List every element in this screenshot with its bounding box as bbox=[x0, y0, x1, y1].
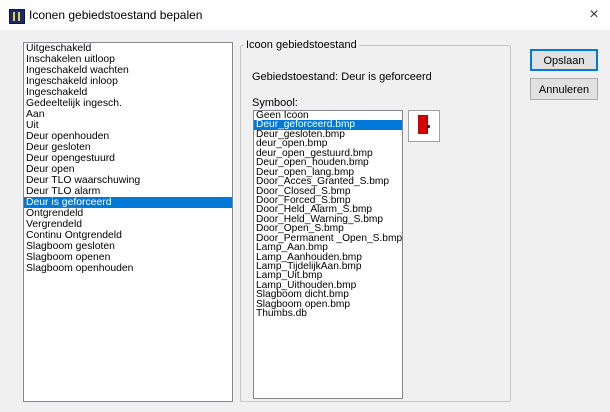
state-list-item[interactable]: Uitgeschakeld bbox=[24, 43, 232, 54]
state-list-item[interactable]: Slagboom openhouden bbox=[24, 263, 232, 274]
state-list-item[interactable]: Deur opengestuurd bbox=[24, 153, 232, 164]
state-list-item[interactable]: Deur is geforceerd bbox=[24, 197, 232, 208]
title-bar: Iconen gebiedstoestand bepalen × bbox=[0, 0, 610, 30]
state-list-item[interactable]: Deur TLO waarschuwing bbox=[24, 175, 232, 186]
door-forced-icon bbox=[419, 115, 426, 134]
state-list-item[interactable]: Ingeschakeld inloop bbox=[24, 76, 232, 87]
status-text: Gebiedstoestand: Deur is geforceerd bbox=[252, 71, 432, 83]
state-list-item[interactable]: Vergrendeld bbox=[24, 219, 232, 230]
state-list-item[interactable]: Gedeeltelijk ingesch. bbox=[24, 98, 232, 109]
state-list-item[interactable]: Slagboom gesloten bbox=[24, 241, 232, 252]
state-list-item[interactable]: Deur open bbox=[24, 164, 232, 175]
save-button[interactable]: Opslaan bbox=[530, 49, 598, 71]
symbol-preview bbox=[408, 110, 440, 142]
symbol-list-item[interactable]: Thumbs.db bbox=[254, 308, 402, 319]
state-list-item[interactable]: Continu Ontgrendeld bbox=[24, 230, 232, 241]
state-list-item[interactable]: Deur TLO alarm bbox=[24, 186, 232, 197]
state-listbox[interactable]: Uitgeschakeld Inschakelen uitloop Ingescha… bbox=[23, 42, 233, 402]
state-list-item[interactable]: Deur gesloten bbox=[24, 142, 232, 153]
state-list-item[interactable]: Aan bbox=[24, 109, 232, 120]
state-list-item[interactable]: Uit bbox=[24, 120, 232, 131]
state-list-item[interactable]: Ingeschakeld wachten bbox=[24, 65, 232, 76]
window-title: Iconen gebiedstoestand bepalen bbox=[29, 8, 203, 22]
dialog-window: Iconen gebiedstoestand bepalen × Uitgesc… bbox=[0, 0, 610, 412]
state-list-item[interactable]: Ingeschakeld bbox=[24, 87, 232, 98]
state-list-item[interactable]: Slagboom openen bbox=[24, 252, 232, 263]
state-list-item[interactable]: Ontgrendeld bbox=[24, 208, 232, 219]
groupbox-legend: Icoon gebiedstoestand bbox=[244, 39, 359, 51]
close-button[interactable]: × bbox=[584, 5, 604, 25]
state-list-item[interactable]: Deur openhouden bbox=[24, 131, 232, 142]
door-knob-icon bbox=[427, 125, 430, 128]
cancel-button[interactable]: Annuleren bbox=[530, 78, 598, 100]
symbol-label: Symbool: bbox=[252, 97, 298, 109]
symbol-listbox[interactable]: Geen Icoon Deur_geforceerd.bmp Deur_geslot… bbox=[253, 110, 403, 399]
app-icon bbox=[9, 9, 25, 24]
state-list-item[interactable]: Inschakelen uitloop bbox=[24, 54, 232, 65]
